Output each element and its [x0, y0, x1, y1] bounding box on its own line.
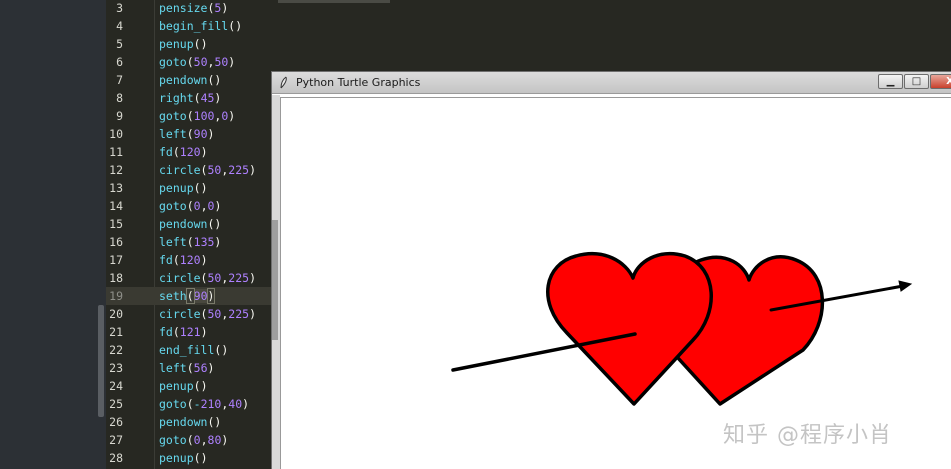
watermark: 知乎 @程序小肖 — [723, 423, 892, 448]
code-text: circle(50,225) — [159, 271, 256, 285]
code-text: pensize(5) — [159, 1, 229, 15]
line-number: 8 — [116, 91, 123, 105]
minimize-button[interactable]: ▁ — [878, 74, 903, 89]
turtle-canvas — [280, 97, 951, 469]
code-text: goto(50,50) — [159, 55, 236, 69]
close-button[interactable]: X — [930, 74, 951, 89]
line-number: 15 — [109, 217, 123, 231]
code-text: penup() — [159, 181, 208, 195]
code-line[interactable]: 5 penup() — [106, 35, 951, 53]
line-number: 26 — [109, 415, 123, 429]
code-text: pendown() — [159, 415, 222, 429]
window-title: Python Turtle Graphics — [296, 76, 421, 89]
line-number: 6 — [116, 55, 123, 69]
line-number: 5 — [116, 37, 123, 51]
heart-left — [546, 251, 713, 406]
code-text: pendown() — [159, 217, 222, 231]
code-text: penup() — [159, 37, 208, 51]
code-text: fd(120) — [159, 253, 208, 267]
code-text: goto(0,80) — [159, 433, 229, 447]
code-line[interactable]: 6 goto(50,50) — [106, 53, 951, 71]
code-text: goto(0,0) — [159, 199, 222, 213]
maximize-icon: □ — [911, 76, 922, 87]
feather-icon — [280, 76, 287, 89]
line-number: 23 — [109, 361, 123, 375]
sidebar-scrollbar[interactable] — [98, 305, 104, 417]
code-text: end_fill() — [159, 343, 229, 357]
code-text: right(45) — [159, 91, 222, 105]
turtle-drawing — [451, 251, 913, 406]
code-text: fd(120) — [159, 145, 208, 159]
code-text: goto(-210,40) — [159, 397, 250, 411]
line-number: 12 — [109, 163, 123, 177]
code-line[interactable]: 3 pensize(5) — [106, 0, 951, 17]
line-number: 10 — [109, 127, 123, 141]
line-number: 9 — [116, 109, 123, 123]
line-number: 13 — [109, 181, 123, 195]
line-number: 21 — [109, 325, 123, 339]
line-number: 3 — [116, 1, 123, 15]
canvas-scrollbar[interactable] — [272, 220, 278, 340]
line-number: 16 — [109, 235, 123, 249]
line-number: 25 — [109, 397, 123, 411]
file-sidebar — [0, 0, 106, 469]
line-number: 20 — [109, 307, 123, 321]
turtle-canvas-frame — [272, 95, 951, 469]
code-text: penup() — [159, 379, 208, 393]
window-titlebar[interactable]: Python Turtle Graphics ▁ □ X — [272, 72, 951, 94]
line-number: 17 — [109, 253, 123, 267]
arrow-tip — [898, 280, 913, 292]
minimize-icon: ▁ — [886, 76, 895, 87]
line-number: 19 — [109, 289, 123, 303]
code-text: circle(50,225) — [159, 163, 256, 177]
line-number: 22 — [109, 343, 123, 357]
line-number: 11 — [109, 145, 123, 159]
code-text: left(90) — [159, 127, 215, 141]
close-icon: X — [946, 76, 951, 87]
line-number: 18 — [109, 271, 123, 285]
code-text: begin_fill() — [159, 19, 243, 33]
code-line[interactable]: 4 begin_fill() — [106, 17, 951, 35]
code-text: left(56) — [159, 361, 215, 375]
turtle-graphics-window[interactable]: Python Turtle Graphics ▁ □ X — [271, 71, 951, 469]
line-number: 7 — [116, 73, 123, 87]
window-controls: ▁ □ X — [878, 74, 951, 90]
code-text: circle(50,225) — [159, 307, 256, 321]
line-number: 4 — [116, 19, 123, 33]
line-number: 27 — [109, 433, 123, 447]
code-text: seth(90) — [159, 288, 216, 304]
line-number: 24 — [109, 379, 123, 393]
code-text: goto(100,0) — [159, 109, 236, 123]
line-number: 14 — [109, 199, 123, 213]
code-text: pendown() — [159, 73, 222, 87]
code-text: left(135) — [159, 235, 222, 249]
maximize-button[interactable]: □ — [904, 74, 929, 89]
code-text: penup() — [159, 451, 208, 465]
line-number: 28 — [109, 451, 123, 465]
code-text: fd(121) — [159, 325, 208, 339]
